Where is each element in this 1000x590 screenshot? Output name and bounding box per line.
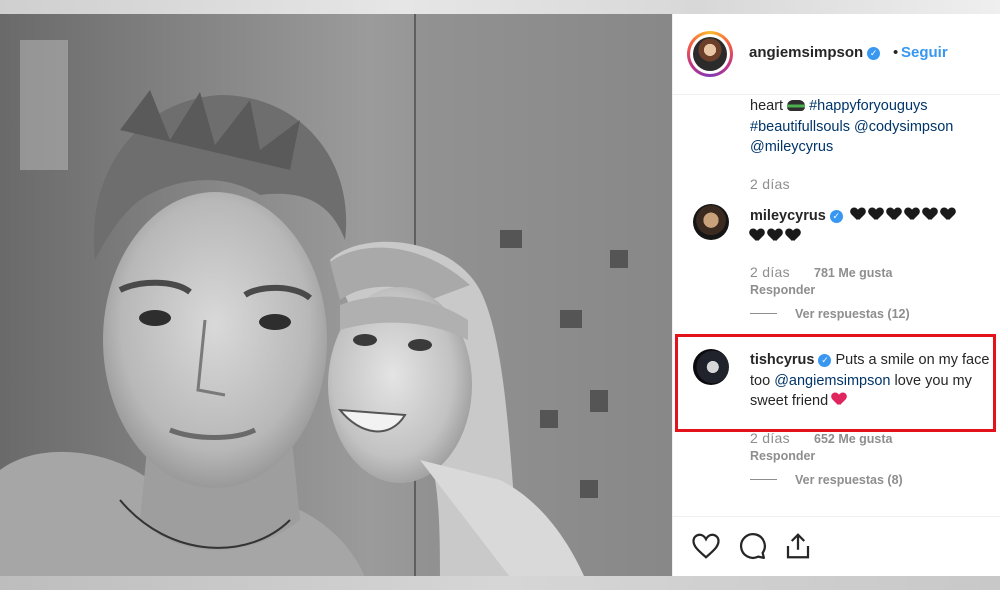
reply-button[interactable]: Responder [750, 449, 815, 463]
post-photo[interactable] [0, 0, 672, 590]
author-username[interactable]: angiemsimpson ✓ [749, 44, 881, 61]
view-replies-label[interactable]: Ver respuestas (8) [795, 473, 903, 487]
follow-button[interactable]: Seguir [901, 44, 948, 61]
post-header: angiemsimpson ✓ • Seguir [673, 14, 1000, 95]
comment-likes[interactable]: 652 Me gusta [814, 432, 893, 446]
heart-outline-icon[interactable] [691, 531, 721, 561]
verified-icon: ✓ [867, 47, 881, 60]
speech-bubble-icon[interactable] [737, 531, 767, 561]
bottom-background-strip [0, 576, 1000, 590]
black-heart-icon [869, 207, 883, 221]
divider-line [750, 479, 777, 480]
comment-tishcyrus: tishcyrus ✓ Puts a smile on my face too @… [750, 350, 995, 412]
hashtag-link[interactable]: #happyforyouguys [809, 98, 928, 114]
comment-username[interactable]: mileycyrus [750, 208, 826, 224]
comment-avatar-tishcyrus[interactable] [693, 349, 729, 385]
reply-button[interactable]: Responder [750, 283, 815, 297]
comment-mileycyrus: mileycyrus ✓ [750, 206, 995, 247]
black-heart-icon [905, 207, 919, 221]
avatar-image [693, 37, 727, 71]
mention-link[interactable]: @codysimpson [854, 119, 953, 135]
comment-username[interactable]: tishcyrus [750, 352, 814, 368]
post-action-bar [673, 516, 1000, 577]
next-content-peek [691, 570, 891, 576]
view-replies-label[interactable]: Ver respuestas (12) [795, 307, 910, 321]
black-heart-icon [768, 228, 782, 242]
emoji-icon [787, 100, 806, 111]
black-heart-icon [750, 228, 764, 242]
mention-link[interactable]: @mileycyrus [750, 139, 833, 155]
comment-likes[interactable]: 781 Me gusta [814, 266, 893, 280]
post-caption: heart #happyforyouguys #beautifullsouls @… [750, 96, 990, 158]
view-replies-button[interactable]: Ver respuestas (8) [750, 473, 903, 487]
post-timestamp: 2 días [750, 176, 790, 192]
photo-illustration [0, 0, 672, 590]
post-side-panel: angiemsimpson ✓ • Seguir heart #happyforyo… [672, 14, 1000, 576]
hashtag-link[interactable]: #beautifullsouls [750, 119, 850, 135]
divider-line [750, 313, 777, 314]
top-background-strip [0, 0, 1000, 14]
black-heart-icon [851, 207, 865, 221]
verified-icon: ✓ [818, 354, 832, 367]
author-avatar[interactable] [687, 31, 733, 77]
black-heart-icon [887, 207, 901, 221]
verified-icon: ✓ [829, 210, 843, 223]
caption-text: heart [750, 98, 784, 114]
share-icon[interactable] [783, 531, 813, 561]
comment-avatar-mileycyrus[interactable] [693, 204, 729, 240]
comment-timestamp: 2 días [750, 430, 790, 446]
black-heart-icon [941, 207, 955, 221]
red-heart-icon [832, 392, 846, 406]
author-username-text[interactable]: angiemsimpson [749, 44, 863, 61]
separator-dot: • [893, 44, 899, 61]
black-heart-icon [923, 207, 937, 221]
view-replies-button[interactable]: Ver respuestas (12) [750, 307, 910, 321]
mention-link[interactable]: @angiemsimpson [774, 373, 890, 389]
black-heart-icon [786, 228, 800, 242]
avatar-border [690, 34, 730, 74]
comment-timestamp: 2 días [750, 264, 790, 280]
